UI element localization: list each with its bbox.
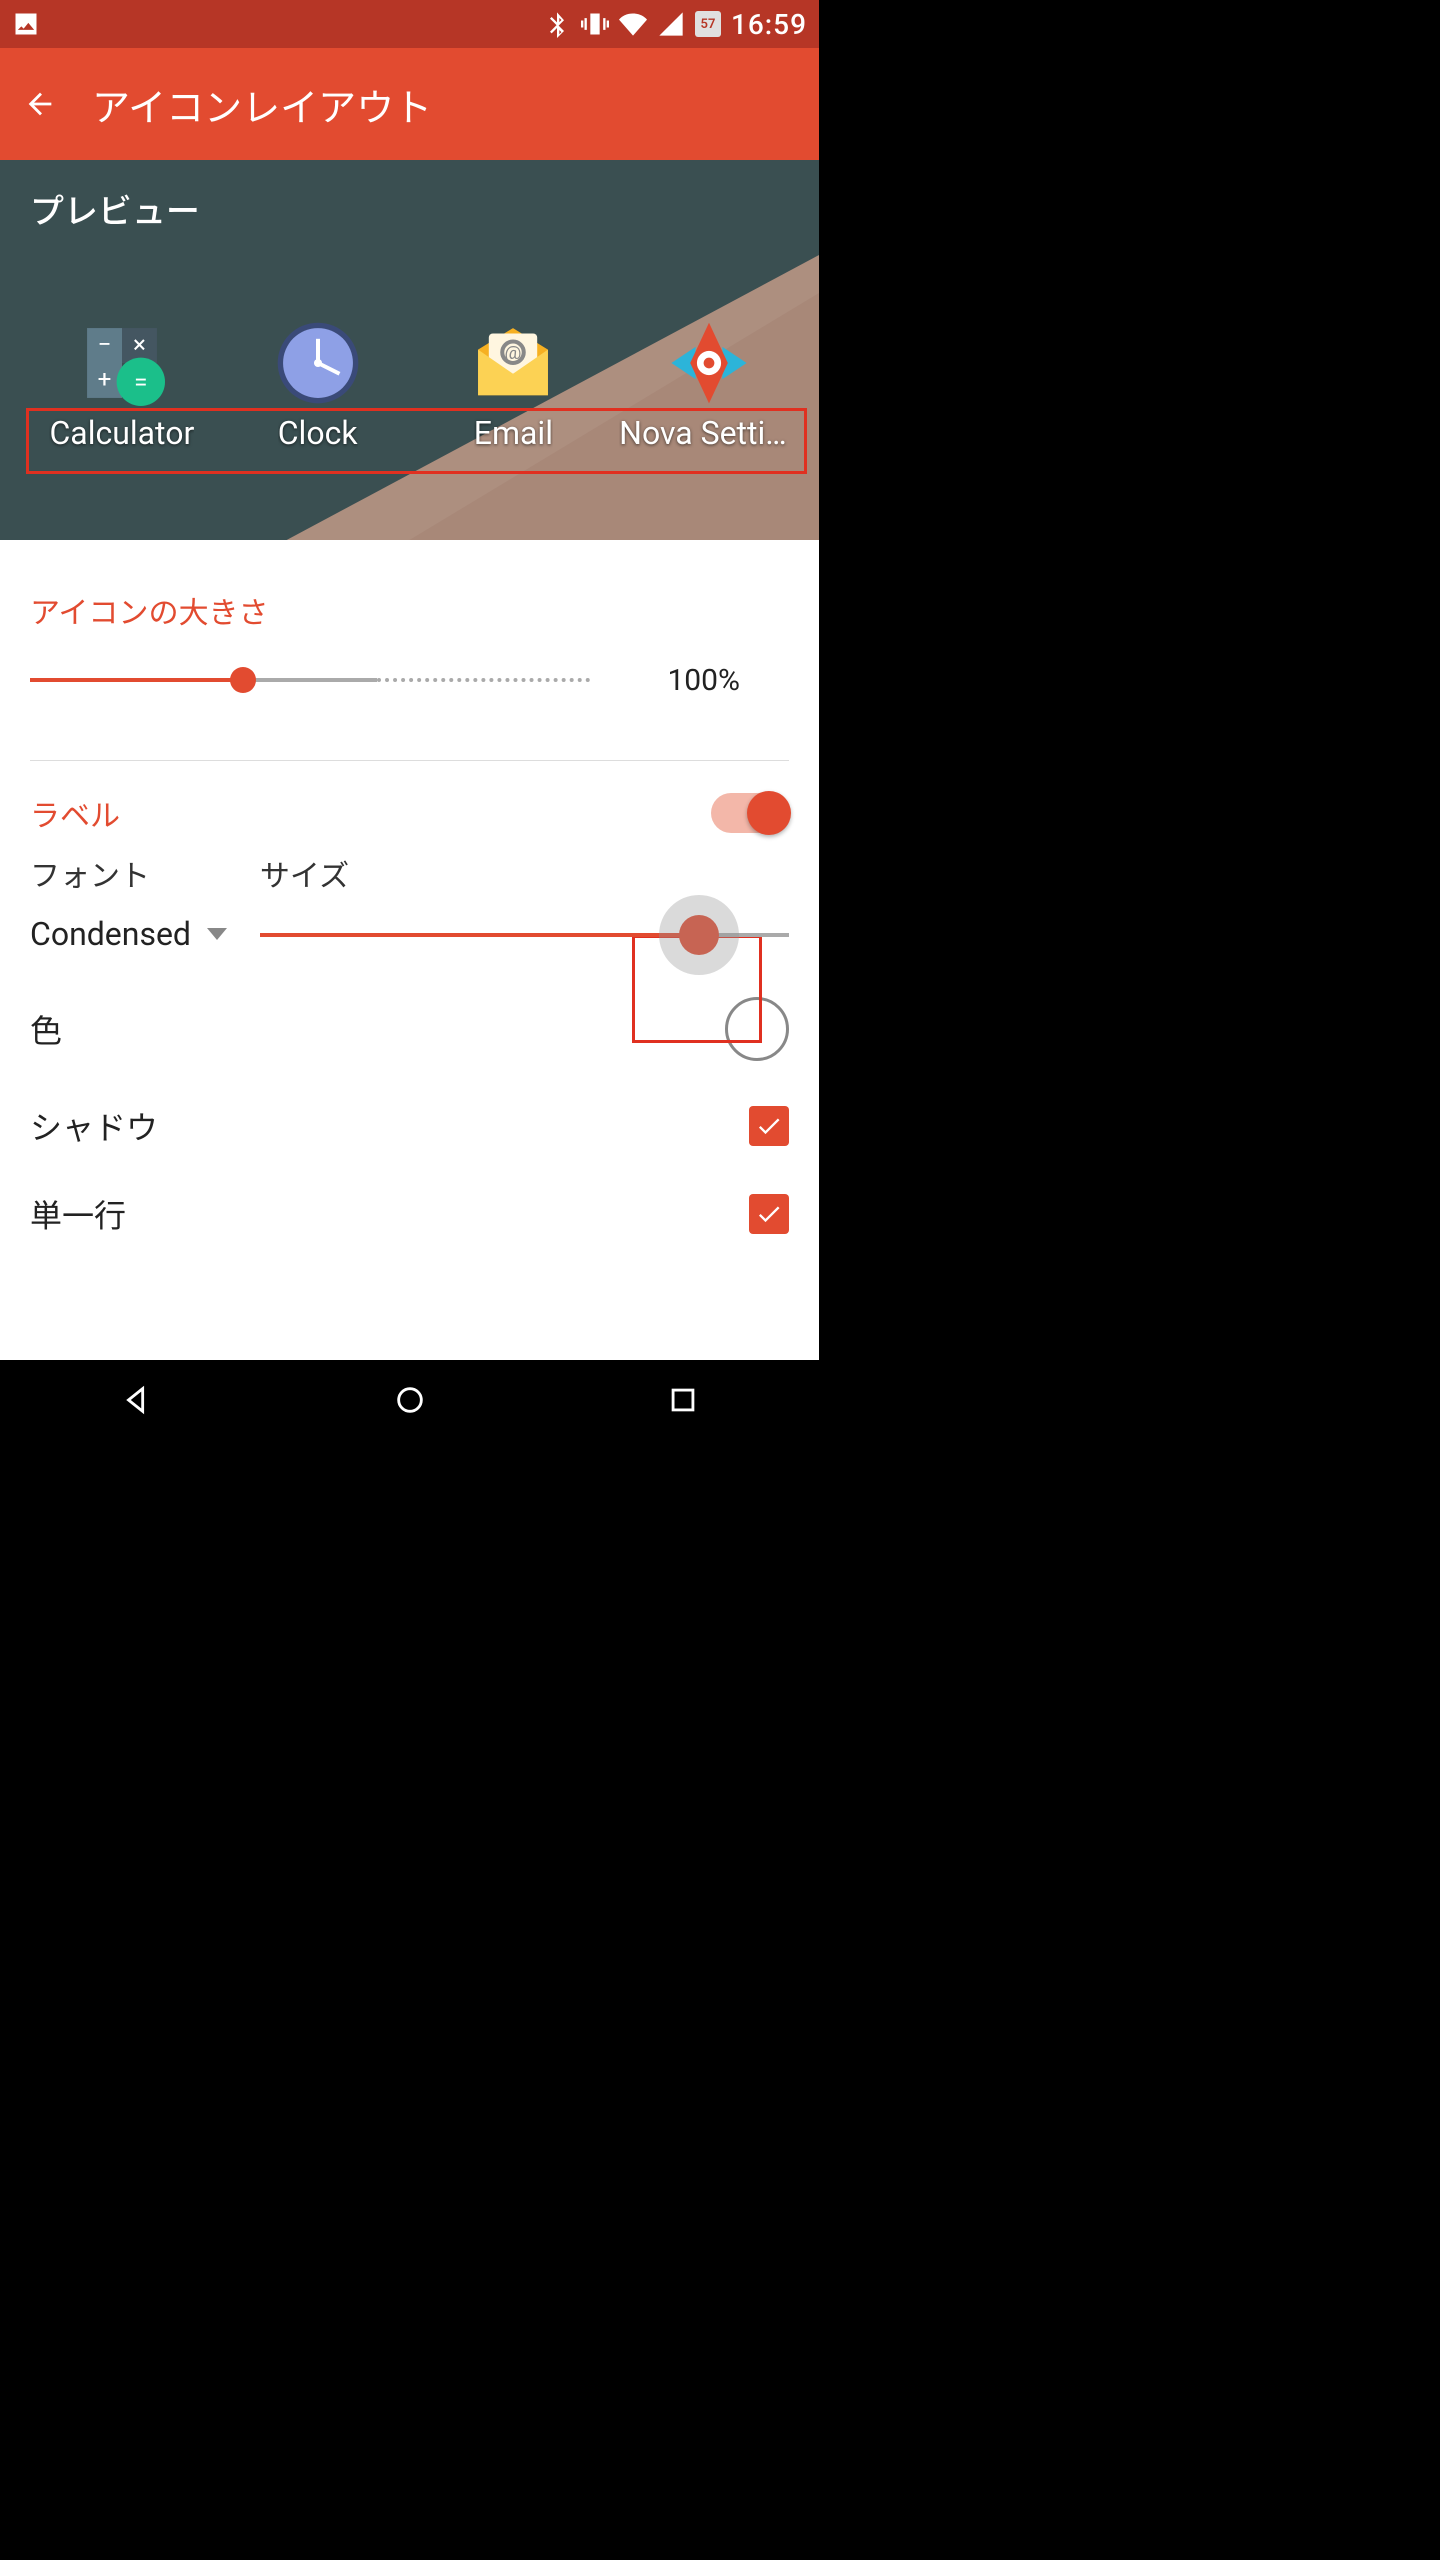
wifi-icon <box>619 10 647 38</box>
svg-text:−: − <box>97 330 111 358</box>
svg-text:+: + <box>98 365 112 393</box>
preview-panel: プレビュー − × + = Calculator <box>0 160 819 540</box>
triangle-back-icon <box>120 1383 154 1417</box>
toggle-knob <box>747 791 791 835</box>
arrow-left-icon <box>23 87 57 121</box>
status-left <box>12 10 40 38</box>
status-time: 16:59 <box>731 8 807 41</box>
icon-size-title: アイコンの大きさ <box>30 588 789 632</box>
singleline-label: 単一行 <box>30 1191 126 1237</box>
nav-home-button[interactable] <box>380 1370 440 1430</box>
label-size-thumb[interactable] <box>679 915 719 955</box>
svg-text:=: = <box>134 368 147 396</box>
shadow-label: シャドウ <box>30 1103 158 1149</box>
settings-body: アイコンの大きさ 100% ラベル フォント Condensed <box>0 540 819 1237</box>
svg-text:@: @ <box>505 342 522 364</box>
highlight-labels-box <box>26 408 807 474</box>
shadow-row[interactable]: シャドウ <box>30 1103 789 1149</box>
vibrate-icon <box>581 10 609 38</box>
app-bar: アイコンレイアウト <box>0 48 819 160</box>
email-icon: @ <box>470 320 556 406</box>
icon-size-row: 100% <box>30 660 789 700</box>
font-size-row: フォント Condensed サイズ <box>30 851 789 955</box>
page-title: アイコンレイアウト <box>92 77 432 132</box>
check-icon <box>755 1112 783 1140</box>
battery-icon: 57 <box>695 11 721 37</box>
size-label: サイズ <box>260 851 789 895</box>
size-column: サイズ <box>260 851 789 955</box>
label-section-header: ラベル <box>30 791 789 835</box>
circle-home-icon <box>393 1383 427 1417</box>
nav-recent-button[interactable] <box>653 1370 713 1430</box>
clock-icon <box>275 320 361 406</box>
nova-settings-icon <box>666 320 752 406</box>
singleline-checkbox[interactable] <box>749 1194 789 1234</box>
preview-label: プレビュー <box>30 184 200 233</box>
label-size-slider[interactable] <box>260 915 789 955</box>
status-bar: 57 16:59 <box>0 0 819 48</box>
device-frame: 57 16:59 アイコンレイアウト プレビュー − × <box>0 0 819 1440</box>
singleline-row[interactable]: 単一行 <box>30 1191 789 1237</box>
divider <box>30 760 789 761</box>
font-value: Condensed <box>30 915 191 953</box>
shadow-checkbox[interactable] <box>749 1106 789 1146</box>
nav-back-button[interactable] <box>107 1370 167 1430</box>
chevron-down-icon <box>207 928 227 940</box>
color-label: 色 <box>30 1006 62 1052</box>
font-column: フォント Condensed <box>30 851 220 955</box>
system-nav-bar <box>0 1360 819 1440</box>
label-section-title: ラベル <box>30 791 120 835</box>
icon-size-thumb[interactable] <box>230 667 256 693</box>
label-toggle[interactable] <box>711 793 789 833</box>
bluetooth-icon <box>543 10 571 38</box>
icon-size-slider[interactable] <box>30 660 590 700</box>
status-right: 57 16:59 <box>543 8 807 41</box>
font-dropdown[interactable]: Condensed <box>30 915 220 953</box>
icon-size-value: 100% <box>630 663 740 698</box>
check-icon <box>755 1200 783 1228</box>
back-button[interactable] <box>16 80 64 128</box>
svg-text:×: × <box>133 330 146 358</box>
image-icon <box>12 10 40 38</box>
cell-signal-icon <box>657 10 685 38</box>
calculator-icon: − × + = <box>79 320 165 406</box>
square-recent-icon <box>666 1383 700 1417</box>
font-label: フォント <box>30 851 220 895</box>
